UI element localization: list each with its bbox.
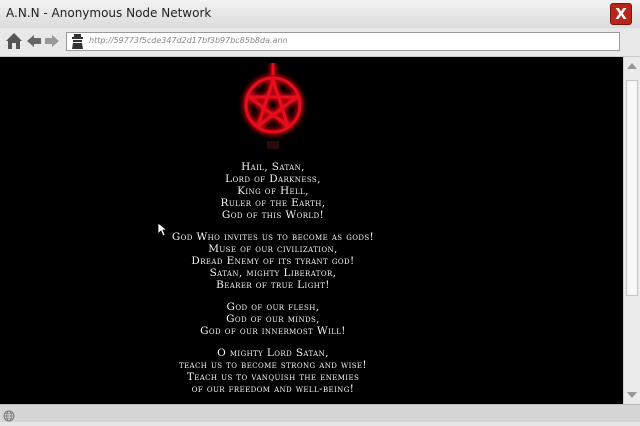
stanza-1: Hail, Satan, Lord of Darkness, King of H… <box>0 161 546 221</box>
title-bar: A.N.N - Anonymous Node Network X <box>0 0 640 28</box>
poem-line: Dread Enemy of its tyrant god! <box>191 255 355 267</box>
stanza-2: God Who invites us to become as gods! Mu… <box>0 231 546 291</box>
poem-line: O mighty Lord Satan, <box>217 347 329 359</box>
hymn-text: Hail, Satan, Lord of Darkness, King of H… <box>0 161 546 404</box>
globe-icon <box>3 407 15 426</box>
vertical-scrollbar[interactable] <box>623 57 640 404</box>
url-bar[interactable]: http://59773f5cde347d2d17bf3b97bc85b8da.… <box>66 32 620 51</box>
poem-line: Satan, mighty Liberator, <box>209 267 337 279</box>
stanza-4: O mighty Lord Satan, teach us to become … <box>0 347 546 395</box>
poem-line: Ruler of the Earth, <box>220 197 326 209</box>
mouse-cursor-icon <box>157 222 170 241</box>
poem-line: teach us to become strong and wise! <box>178 359 368 371</box>
page-viewport: Hail, Satan, Lord of Darkness, King of H… <box>0 57 623 404</box>
poem-line: God Who invites us to become as gods! <box>171 231 375 243</box>
pentagram-icon <box>233 63 313 157</box>
poem-line: God of our flesh, <box>226 301 320 313</box>
scroll-thumb[interactable] <box>626 80 638 296</box>
poem-line: Hail, Satan, <box>241 161 305 173</box>
back-arrow-icon[interactable] <box>26 33 42 53</box>
poem-line: King of Hell, <box>237 185 309 197</box>
scroll-up-icon[interactable] <box>627 63 637 69</box>
forward-arrow-icon[interactable] <box>44 33 60 53</box>
poem-line: Bearer of true Light! <box>216 279 330 291</box>
stanza-3: God of our flesh, God of our minds, God … <box>0 301 546 337</box>
poem-line: God of our minds, <box>226 313 320 325</box>
poem-line: Muse of our civilization, <box>208 243 338 255</box>
poem-line: Teach us to vanquish the enemies <box>186 371 360 383</box>
poem-line: of our freedom and well-being! <box>191 383 355 395</box>
spy-agent-icon <box>70 34 85 53</box>
close-button[interactable]: X <box>610 3 632 25</box>
scroll-down-icon[interactable] <box>627 392 637 398</box>
poem-line: God of this World! <box>221 209 325 221</box>
navigation-bar: http://59773f5cde347d2d17bf3b97bc85b8da.… <box>0 28 640 57</box>
poem-line: Lord of Darkness, <box>225 173 321 185</box>
status-bar <box>0 404 640 422</box>
home-icon[interactable] <box>4 31 24 55</box>
poem-line: God of our innermost Will! <box>200 325 346 337</box>
url-text[interactable]: http://59773f5cde347d2d17bf3b97bc85b8da.… <box>89 36 288 45</box>
window-title: A.N.N - Anonymous Node Network <box>6 6 212 20</box>
